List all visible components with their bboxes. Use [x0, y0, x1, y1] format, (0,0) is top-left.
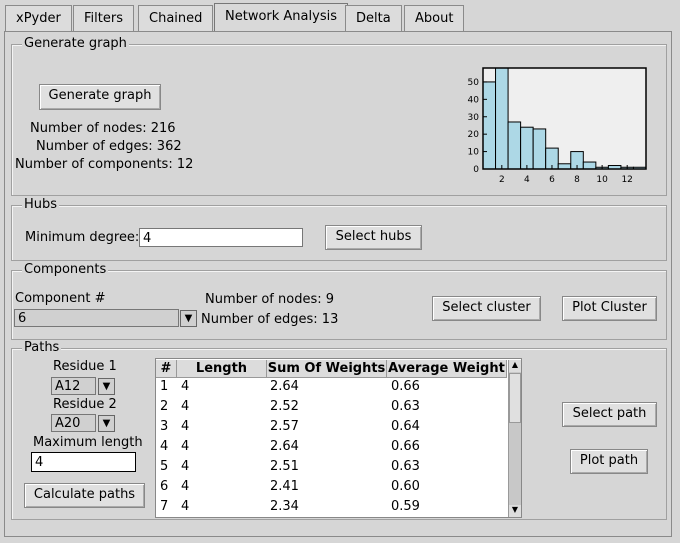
- column-header[interactable]: #: [156, 360, 177, 378]
- max-length-input[interactable]: 4: [31, 452, 136, 472]
- plot-path-button[interactable]: Plot path: [570, 449, 648, 474]
- scroll-down-icon[interactable]: ▼: [509, 505, 521, 517]
- table-cell: 2.34: [270, 499, 299, 514]
- x-tick-label: 12: [621, 175, 632, 185]
- cluster-edge-count: Number of edges: 13: [201, 312, 339, 327]
- column-header[interactable]: Average Weight: [387, 360, 507, 378]
- select-hubs-button[interactable]: Select hubs: [325, 225, 422, 250]
- plot-cluster-button[interactable]: Plot Cluster: [562, 296, 657, 321]
- paths-table: # Length Sum Of Weights Average Weight 1…: [155, 358, 522, 518]
- residue2-select[interactable]: A20: [51, 414, 96, 432]
- table-cell: 4: [181, 459, 190, 474]
- table-cell: 2.57: [270, 419, 299, 434]
- histogram-bar: [495, 67, 509, 170]
- table-cell: 2: [160, 399, 169, 414]
- tab-about[interactable]: About: [404, 5, 465, 31]
- group-title: Paths: [22, 340, 62, 355]
- generate-graph-button[interactable]: Generate graph: [39, 84, 161, 110]
- table-cell: 2.64: [270, 379, 299, 394]
- component-count: Number of components: 12: [15, 157, 194, 172]
- histogram-bar: [507, 121, 522, 170]
- table-cell: 0.64: [391, 419, 420, 434]
- histogram-bar: [582, 161, 597, 170]
- y-tick-label: 20: [468, 130, 480, 140]
- table-cell: 0.60: [391, 479, 420, 494]
- y-tick-label: 10: [468, 148, 480, 158]
- y-tick-label: 50: [468, 78, 480, 88]
- table-cell: 4: [181, 479, 190, 494]
- histogram-bar: [520, 126, 534, 170]
- y-tick-label: 40: [468, 95, 480, 105]
- select-cluster-button[interactable]: Select cluster: [432, 296, 541, 321]
- group-title: Components: [22, 262, 109, 277]
- scrollbar-thumb[interactable]: [509, 373, 521, 423]
- column-header[interactable]: Sum Of Weights: [267, 360, 387, 378]
- table-cell: 4: [181, 419, 190, 434]
- table-cell: 0.63: [391, 459, 420, 474]
- x-tick-label: 6: [549, 175, 555, 185]
- cluster-node-count: Number of nodes: 9: [205, 292, 335, 307]
- select-path-button[interactable]: Select path: [562, 402, 657, 427]
- edge-count: Number of edges: 362: [36, 139, 182, 154]
- table-cell: 2.51: [270, 459, 299, 474]
- y-tick-label: 0: [473, 165, 479, 175]
- tab-filters[interactable]: Filters: [73, 5, 134, 31]
- tab-network-analysis[interactable]: Network Analysis: [214, 3, 348, 32]
- table-cell: 4: [181, 499, 190, 514]
- min-degree-input[interactable]: 4: [139, 228, 303, 247]
- tab-delta[interactable]: Delta: [345, 5, 402, 31]
- table-cell: 6: [160, 479, 169, 494]
- chevron-down-icon[interactable]: ▼: [98, 378, 115, 395]
- node-count: Number of nodes: 216: [30, 121, 176, 136]
- table-cell: 1: [160, 379, 169, 394]
- x-tick-label: 8: [574, 175, 580, 185]
- histogram-bar: [482, 81, 497, 170]
- vertical-scrollbar[interactable]: ▲ ▼: [508, 360, 521, 517]
- component-select[interactable]: 6: [14, 309, 179, 327]
- table-cell: 0.66: [391, 439, 420, 454]
- table-cell: 3: [160, 419, 169, 434]
- group-title: Hubs: [22, 197, 60, 212]
- column-header[interactable]: Length: [177, 360, 267, 378]
- tab-chained[interactable]: Chained: [138, 5, 214, 31]
- residue1-label: Residue 1: [53, 359, 117, 374]
- calculate-paths-button[interactable]: Calculate paths: [24, 483, 145, 508]
- min-degree-label: Minimum degree:: [25, 230, 140, 245]
- chevron-down-icon[interactable]: ▼: [98, 415, 115, 432]
- table-cell: 5: [160, 459, 169, 474]
- table-cell: 0.66: [391, 379, 420, 394]
- histogram-bar: [532, 128, 547, 170]
- tab-xpyder[interactable]: xPyder: [5, 5, 72, 31]
- table-cell: 4: [160, 439, 169, 454]
- residue1-select[interactable]: A12: [51, 377, 96, 395]
- table-cell: 0.63: [391, 399, 420, 414]
- component-number-label: Component #: [15, 291, 106, 306]
- table-cell: 4: [181, 379, 190, 394]
- x-tick-label: 4: [524, 175, 530, 185]
- group-title: Generate graph: [22, 36, 129, 51]
- degree-histogram: 2 4 6 8 10 12 0 10 20 30 40 50: [468, 67, 647, 185]
- table-cell: 2.64: [270, 439, 299, 454]
- table-cell: 0.59: [391, 499, 420, 514]
- x-tick-label: 10: [596, 175, 608, 185]
- y-tick-label: 30: [468, 113, 480, 123]
- chevron-down-icon[interactable]: ▼: [180, 310, 197, 327]
- table-cell: 7: [160, 499, 169, 514]
- table-cell: 4: [181, 439, 190, 454]
- residue2-label: Residue 2: [53, 397, 117, 412]
- histogram-bar: [557, 163, 572, 170]
- table-cell: 2.52: [270, 399, 299, 414]
- x-tick-label: 2: [499, 175, 505, 185]
- max-length-label: Maximum length: [33, 435, 143, 450]
- scroll-up-icon[interactable]: ▲: [509, 360, 521, 372]
- table-cell: 2.41: [270, 479, 299, 494]
- table-cell: 4: [181, 399, 190, 414]
